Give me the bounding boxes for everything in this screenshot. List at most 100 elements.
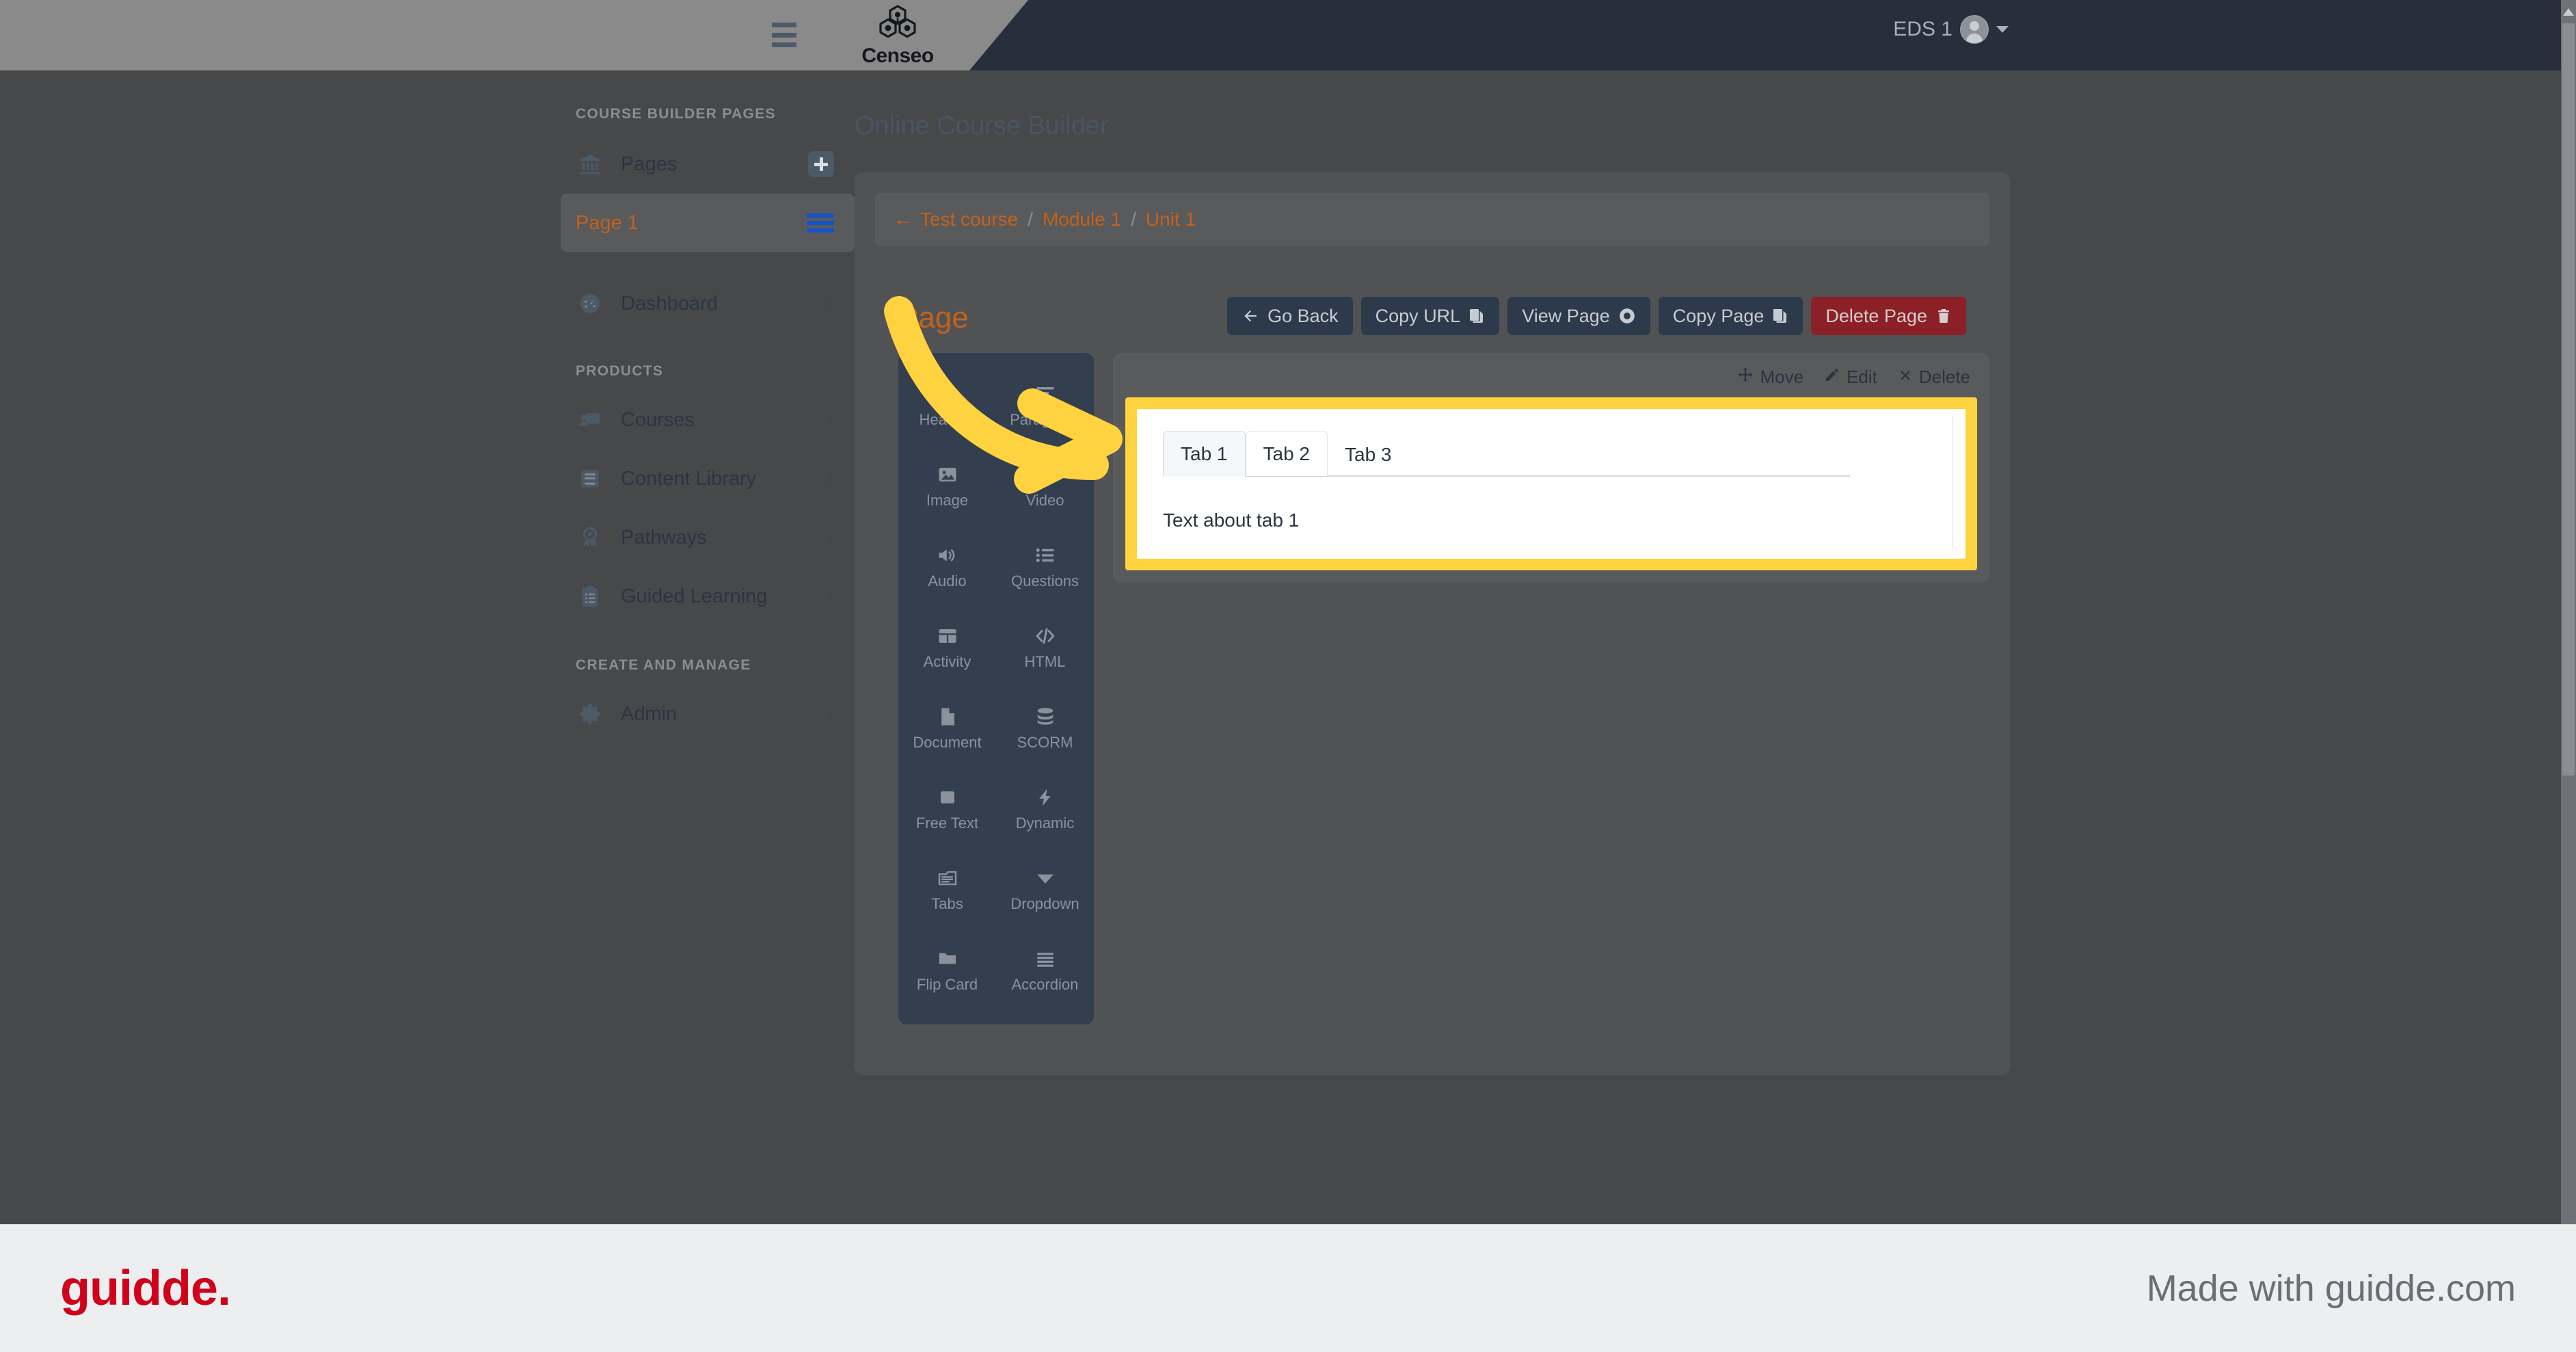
code-brackets-icon [1035, 624, 1056, 648]
palette-item-label: Dynamic [1015, 814, 1075, 832]
palette-item-dynamic[interactable]: Dynamic [996, 771, 1094, 847]
section-header: Page Go Back Copy URL View Page Copy Pag… [898, 297, 1989, 335]
palette-item-activity[interactable]: Activity [898, 610, 996, 685]
document-page-icon [937, 705, 958, 728]
palette-item-label: Image [926, 492, 969, 509]
chevron-right-icon: › [827, 292, 834, 315]
breadcrumb-separator: / [1028, 209, 1033, 230]
palette-item-audio[interactable]: Audio [898, 529, 996, 605]
move-widget-button[interactable]: Move [1737, 367, 1803, 388]
tab-1[interactable]: Tab 1 [1163, 431, 1246, 477]
arrow-left-icon[interactable]: ← [893, 209, 913, 230]
brand-logo[interactable]: Censeo [846, 4, 949, 67]
widget-toolbar-label: Delete [1918, 367, 1970, 387]
button-label: View Page [1522, 305, 1610, 326]
book-icon [576, 467, 604, 490]
breadcrumb-item-unit-1[interactable]: Unit 1 [1146, 209, 1196, 230]
user-menu[interactable]: EDS 1 [1893, 15, 2009, 44]
sidebar-item-label: Pathways [621, 526, 707, 548]
database-stack-icon [1035, 705, 1056, 728]
breadcrumb-item-module-1[interactable]: Module 1 [1043, 209, 1121, 230]
chevron-down-icon [1996, 26, 2009, 33]
palette-item-tabs[interactable]: Tabs [898, 852, 996, 927]
palette-item-label: Dropdown [1010, 895, 1079, 912]
palette-item-image[interactable]: Image [898, 449, 996, 524]
view-page-button[interactable]: View Page [1507, 297, 1650, 335]
edit-widget-button[interactable]: Edit [1824, 367, 1877, 388]
sidebar-item-page-1[interactable]: Page 1 [561, 194, 855, 252]
sidebar-item-guided-learning[interactable]: Guided Learning › [561, 567, 855, 626]
triangle-down-icon [1034, 866, 1056, 890]
palette-item-accordion[interactable]: Accordion [996, 933, 1094, 1008]
tab-panel-content: Text about tab 1 [1163, 509, 1300, 531]
sidebar-section-title-products: PRODUCTS [576, 363, 664, 379]
palette-item-label: Free Text [915, 814, 979, 832]
sidebar-item-content-library[interactable]: Content Library › [561, 449, 855, 508]
sidebar-item-pages[interactable]: Pages [561, 135, 855, 194]
tabs-widget: Tab 1 Tab 2 Tab 3 Text about tab 1 [1137, 409, 1965, 559]
sidebar-item-label: Content Library [621, 467, 757, 490]
breadcrumb-separator: / [1131, 209, 1136, 230]
breadcrumb-item-test-course[interactable]: Test course [920, 209, 1018, 230]
sidebar-item-courses[interactable]: Courses › [561, 390, 855, 449]
censeo-hexagon-logo [876, 4, 919, 44]
palette-item-paragraph[interactable]: Paragraph [996, 368, 1094, 443]
close-x-icon [1898, 367, 1913, 388]
tab-2[interactable]: Tab 2 [1245, 431, 1328, 477]
sidebar-item-admin[interactable]: Admin › [561, 685, 855, 743]
image-icon [937, 463, 958, 486]
hamburger-icon[interactable] [768, 21, 801, 49]
accordion-lines-icon [1035, 947, 1056, 970]
vertical-scrollbar[interactable] [2561, 0, 2576, 1224]
palette-item-html[interactable]: HTML [996, 610, 1094, 685]
courses-icon [576, 408, 604, 432]
sidebar-item-label: Guided Learning [621, 585, 768, 607]
palette-item-heading[interactable]: Heading [898, 368, 996, 443]
chevron-right-icon: › [827, 467, 834, 490]
palette-item-label: Questions [1010, 572, 1079, 589]
copy-page-button[interactable]: Copy Page [1658, 297, 1803, 335]
tab-3[interactable]: Tab 3 [1328, 432, 1409, 477]
sidebar-item-pathways[interactable]: Pathways › [561, 508, 855, 567]
chevron-right-icon: › [827, 702, 834, 725]
builder-row: Heading Paragraph Image Video Audio Ques… [898, 353, 1989, 1024]
arrow-left-icon [1242, 307, 1259, 325]
application-area: COURSE BUILDER PAGES Pages Page 1 Dashbo… [0, 0, 2576, 1224]
audio-speaker-icon [937, 544, 958, 567]
bank-icon [576, 153, 604, 176]
palette-item-label: Accordion [1011, 976, 1079, 993]
menu-lines-icon[interactable] [807, 213, 834, 233]
copy-icon [1772, 308, 1788, 324]
sidebar-item-dashboard[interactable]: Dashboard › [561, 274, 855, 333]
tabs-widget-highlight: Tab 1 Tab 2 Tab 3 Text about tab 1 [1125, 397, 1977, 570]
palette-item-flip-card[interactable]: Flip Card [898, 933, 996, 1008]
palette-item-dropdown[interactable]: Dropdown [996, 852, 1094, 927]
delete-page-button[interactable]: Delete Page [1811, 297, 1966, 335]
lightning-bolt-icon [1035, 786, 1056, 809]
chevron-right-icon: › [827, 585, 834, 607]
palette-item-questions[interactable]: Questions [996, 529, 1094, 605]
go-back-button[interactable]: Go Back [1227, 297, 1353, 335]
award-icon [576, 526, 604, 549]
scrollbar-up-arrow-icon[interactable] [2563, 8, 2574, 16]
chevron-right-icon: › [827, 408, 834, 431]
palette-item-document[interactable]: Document [898, 691, 996, 766]
chevron-right-icon: › [827, 526, 834, 548]
component-palette: Heading Paragraph Image Video Audio Ques… [898, 353, 1094, 1024]
screen-root: COURSE BUILDER PAGES Pages Page 1 Dashbo… [0, 0, 2576, 1352]
palette-item-scorm[interactable]: SCORM [996, 691, 1094, 766]
pencil-icon [1824, 367, 1840, 388]
scrollbar-thumb[interactable] [2562, 23, 2575, 776]
button-label: Delete Page [1825, 305, 1927, 326]
copy-url-button[interactable]: Copy URL [1360, 297, 1500, 335]
plus-square-icon[interactable] [808, 151, 834, 177]
palette-item-label: Flip Card [916, 976, 978, 993]
sidebar-section-title-course-builder-pages: COURSE BUILDER PAGES [576, 106, 776, 122]
palette-item-free-text[interactable]: Free Text [898, 771, 996, 847]
copy-icon [1468, 308, 1485, 324]
button-label: Copy Page [1672, 305, 1765, 326]
palette-item-video[interactable]: Video [996, 449, 1094, 524]
delete-widget-button[interactable]: Delete [1898, 367, 1970, 388]
move-arrows-icon [1737, 367, 1754, 388]
button-label: Copy URL [1375, 305, 1461, 326]
